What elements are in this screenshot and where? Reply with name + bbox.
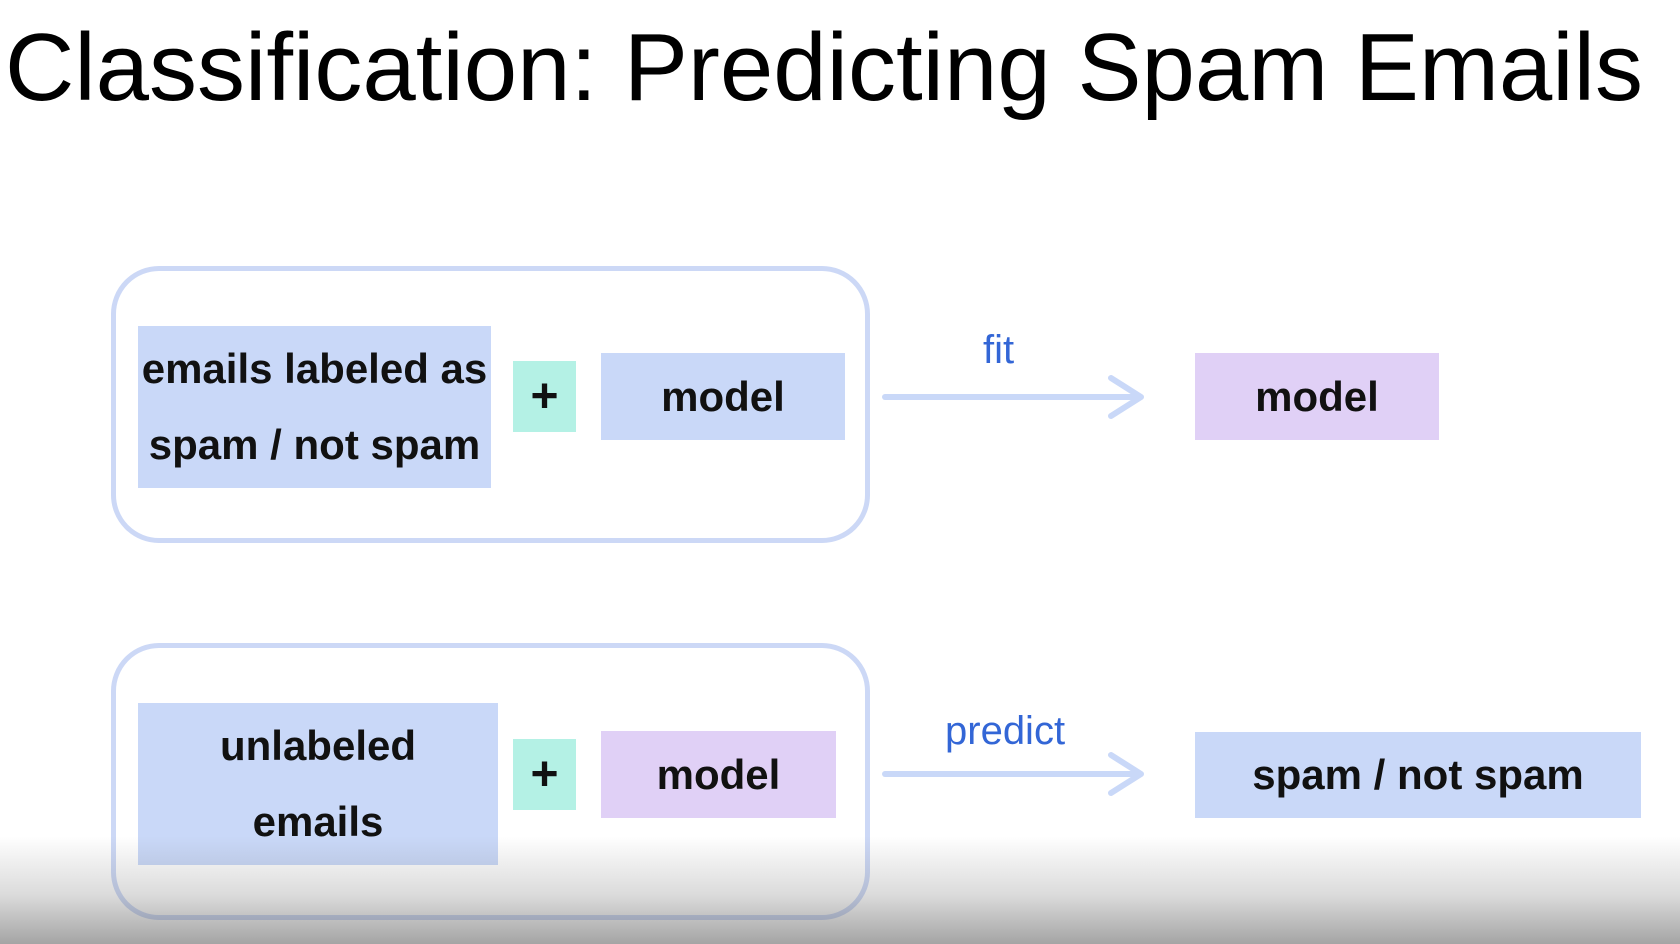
plus-sign: +	[513, 739, 576, 810]
predict-label: predict	[945, 709, 1066, 753]
plus-sign: +	[513, 361, 576, 432]
slide: Classification: Predicting Spam Emails e…	[0, 0, 1680, 944]
predict-arrow	[882, 752, 1144, 796]
unlabeled-emails-line2: emails	[252, 798, 384, 845]
fit-label: fit	[983, 328, 1015, 372]
unlabeled-emails-box: unlabeled emails	[138, 703, 498, 865]
prediction-output-box: spam / not spam	[1195, 732, 1641, 818]
trained-model-box: model	[601, 731, 836, 818]
labeled-emails-box: emails labeled as spam / not spam	[138, 326, 491, 488]
untrained-model-box: model	[601, 353, 845, 440]
labeled-emails-line1: emails labeled as	[141, 345, 488, 392]
slide-title: Classification: Predicting Spam Emails	[5, 14, 1643, 121]
fit-arrow	[882, 375, 1144, 419]
labeled-emails-line2: spam / not spam	[148, 421, 481, 468]
unlabeled-emails-line1: unlabeled	[219, 722, 417, 769]
trained-model-box: model	[1195, 353, 1439, 440]
